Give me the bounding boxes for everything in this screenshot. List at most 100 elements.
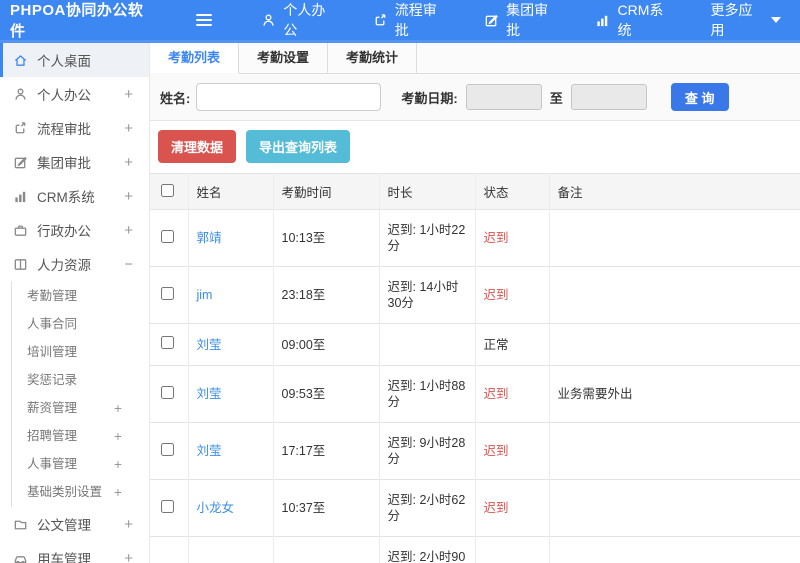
sidebar-subitem-attendance-mgmt[interactable]: 考勤管理 — [12, 282, 149, 310]
expand-plus-icon[interactable]: + — [124, 120, 133, 137]
collapse-minus-icon[interactable]: − — [124, 256, 133, 273]
export-list-button[interactable]: 导出查询列表 — [246, 130, 351, 163]
sidebar-subitem-recruit-mgmt[interactable]: 招聘管理 + — [12, 422, 149, 450]
tab-attendance-settings[interactable]: 考勤设置 — [239, 43, 329, 74]
nav-item-personal-office[interactable]: 个人办公 — [242, 0, 353, 40]
sidebar-subitem-hr-contract[interactable]: 人事合同 — [12, 310, 149, 338]
nav-item-process-approval[interactable]: 流程审批 — [354, 0, 465, 40]
row-duration: 迟到: 2小时62分 — [379, 479, 476, 537]
expand-plus-icon[interactable]: + — [114, 394, 122, 422]
folder-icon — [13, 517, 28, 532]
tab-attendance-list[interactable]: 考勤列表 — [150, 43, 240, 74]
expand-plus-icon[interactable]: + — [124, 154, 133, 171]
sidebar-subitem-base-category[interactable]: 基础类别设置 + — [12, 478, 149, 506]
table-header-row: 姓名 考勤时间 时长 状态 备注 — [150, 173, 800, 210]
expand-plus-icon[interactable]: + — [124, 86, 133, 103]
expand-plus-icon[interactable]: + — [124, 516, 133, 533]
sidebar-subitem-salary-mgmt[interactable]: 薪资管理 + — [12, 394, 149, 422]
row-status: 正常 — [475, 323, 550, 366]
row-name-link[interactable]: jim — [197, 288, 213, 302]
row-checkbox[interactable] — [161, 286, 174, 300]
table-row: jim 23:18至 迟到: 14小时30分 迟到 — [150, 266, 800, 324]
row-duration — [379, 323, 476, 366]
hamburger-menu-icon[interactable] — [192, 10, 216, 30]
expand-plus-icon[interactable]: + — [124, 188, 133, 205]
row-name-link[interactable]: 郭靖 — [197, 231, 222, 245]
sidebar-subitem-label: 奖惩记录 — [27, 373, 78, 387]
hr-submenu: 考勤管理 人事合同 培训管理 奖惩记录 薪资管理 + 招聘管理 + 人事管理 + — [11, 281, 149, 507]
sidebar-item-admin-office[interactable]: 行政办公 + — [0, 213, 149, 247]
column-header-name: 姓名 — [188, 173, 274, 210]
sidebar-item-group-approval[interactable]: 集团审批 + — [0, 145, 149, 179]
nav-item-crm[interactable]: CRM系统 — [576, 0, 691, 40]
expand-plus-icon[interactable]: + — [124, 550, 133, 563]
expand-plus-icon[interactable]: + — [114, 422, 122, 450]
sidebar-subitem-label: 基础类别设置 — [27, 485, 103, 499]
row-checkbox[interactable] — [161, 336, 174, 349]
sidebar-item-personal-desktop[interactable]: 个人桌面 — [0, 43, 149, 77]
sidebar-subitem-label: 培训管理 — [27, 345, 78, 359]
chart-icon — [595, 13, 610, 28]
row-time: 23:18至 — [273, 266, 380, 324]
person-icon — [261, 13, 276, 28]
person-icon — [13, 87, 28, 102]
row-name-link[interactable]: 刘莹 — [197, 444, 222, 458]
table-row: 管理员 10:54至10:54 迟到: 2小时90分早退: 7小时10分 迟到/… — [150, 536, 800, 563]
date-to-input[interactable] — [570, 84, 647, 110]
column-header-time: 考勤时间 — [273, 173, 380, 210]
row-checkbox[interactable] — [161, 229, 174, 243]
sidebar-item-hr[interactable]: 人力资源 − — [0, 247, 149, 281]
sidebar-item-label: 流程审批 — [37, 122, 91, 137]
search-button[interactable]: 查 询 — [670, 83, 729, 111]
row-time: 09:00至 — [273, 323, 380, 366]
row-checkbox[interactable] — [161, 499, 174, 513]
row-name-link[interactable]: 刘莹 — [197, 387, 222, 401]
sidebar-subitem-label: 考勤管理 — [27, 289, 78, 303]
table-row: 刘莹 09:00至 正常 — [150, 323, 800, 366]
row-time: 10:54至10:54 — [273, 536, 380, 563]
sidebar-item-crm[interactable]: CRM系统 + — [0, 179, 149, 213]
filter-bar: 姓名: 考勤日期: 至 查 询 — [150, 74, 800, 121]
sidebar-subitem-personnel-mgmt[interactable]: 人事管理 + — [12, 450, 149, 478]
row-note — [549, 266, 800, 324]
expand-plus-icon[interactable]: + — [124, 222, 133, 239]
tab-attendance-stats[interactable]: 考勤统计 — [328, 43, 418, 74]
table-row: 郭靖 10:13至 迟到: 1小时22分 迟到 — [150, 209, 800, 267]
row-checkbox[interactable] — [161, 385, 174, 399]
column-header-duration: 时长 — [379, 173, 476, 210]
row-status: 迟到 — [475, 266, 550, 324]
sidebar-item-document-mgmt[interactable]: 公文管理 + — [0, 507, 149, 541]
row-duration: 迟到: 9小时28分 — [379, 422, 476, 480]
column-header-status: 状态 — [475, 173, 550, 210]
row-time: 10:37至 — [273, 479, 380, 537]
date-filter-label: 考勤日期: — [401, 90, 458, 106]
sidebar-subitem-training-mgmt[interactable]: 培训管理 — [12, 338, 149, 366]
sidebar-item-personal-office[interactable]: 个人办公 + — [0, 77, 149, 111]
action-bar: 清理数据 导出查询列表 — [150, 121, 800, 173]
nav-item-label: 集团审批 — [506, 2, 549, 38]
row-checkbox[interactable] — [161, 442, 174, 456]
attendance-table-body: 郭靖 10:13至 迟到: 1小时22分 迟到 jim 23:18至 迟到: 1… — [150, 209, 800, 563]
sidebar-subitem-reward-punish[interactable]: 奖惩记录 — [12, 366, 149, 394]
nav-item-label: 个人办公 — [283, 2, 326, 38]
row-name-link[interactable]: 小龙女 — [197, 501, 235, 515]
row-time: 17:17至 — [273, 422, 380, 480]
caret-down-icon — [771, 17, 782, 23]
select-all-checkbox[interactable] — [161, 183, 174, 197]
expand-plus-icon[interactable]: + — [114, 450, 122, 478]
chart-icon — [13, 189, 28, 204]
name-filter-input[interactable] — [196, 83, 382, 111]
sidebar-subitem-label: 薪资管理 — [27, 401, 78, 415]
date-from-input[interactable] — [465, 84, 542, 110]
expand-plus-icon[interactable]: + — [114, 478, 122, 506]
sidebar-item-vehicle-mgmt[interactable]: 用车管理 + — [0, 541, 149, 563]
process-icon — [373, 13, 388, 28]
sidebar-item-process-approval[interactable]: 流程审批 + — [0, 111, 149, 145]
row-note — [549, 479, 800, 537]
row-name-link[interactable]: 刘莹 — [197, 338, 222, 352]
nav-item-more-apps[interactable]: 更多应用 — [691, 0, 800, 40]
edit-icon — [484, 13, 499, 28]
clear-data-button[interactable]: 清理数据 — [158, 130, 237, 163]
nav-item-group-approval[interactable]: 集团审批 — [465, 0, 576, 40]
sidebar-item-label: CRM系统 — [37, 190, 95, 205]
